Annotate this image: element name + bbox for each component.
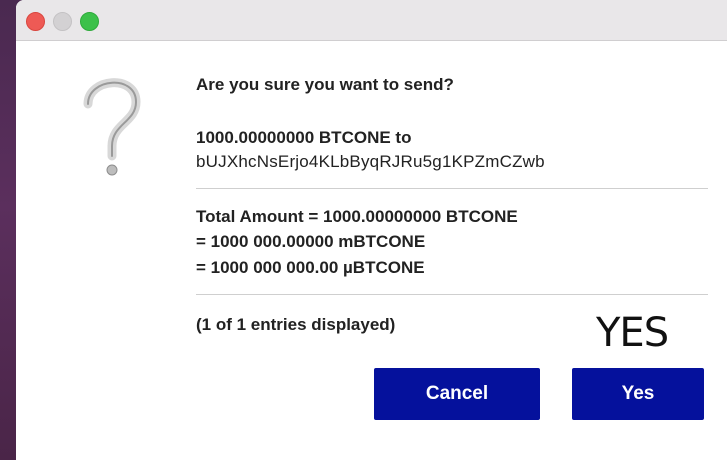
divider-1 (196, 188, 708, 189)
question-mark-icon (83, 78, 141, 176)
total-amount-line: Total Amount = 1000.00000000 BTCONE (196, 207, 518, 226)
title-bar (16, 0, 727, 41)
yes-button[interactable]: Yes (572, 368, 704, 420)
cancel-button[interactable]: Cancel (374, 368, 540, 420)
confirm-question: Are you sure you want to send? (196, 75, 454, 94)
close-window-button[interactable] (26, 12, 45, 31)
entries-displayed: (1 of 1 entries displayed) (196, 315, 396, 334)
minimize-window-button[interactable] (53, 12, 72, 31)
zoom-window-button[interactable] (80, 12, 99, 31)
recipient-address: bUJXhcNsErjo4KLbByqRJRu5g1KPZmCZwb (196, 152, 545, 171)
divider-2 (196, 294, 708, 295)
amount-line: 1000.00000000 BTCONE to (196, 128, 412, 147)
dialog-window: Are you sure you want to send? 1000.0000… (16, 0, 727, 460)
ubtcone-line: = 1000 000 000.00 µBTCONE (196, 258, 425, 277)
yes-annotation: YES (596, 310, 669, 356)
mbtcone-line: = 1000 000.00000 mBTCONE (196, 232, 426, 251)
